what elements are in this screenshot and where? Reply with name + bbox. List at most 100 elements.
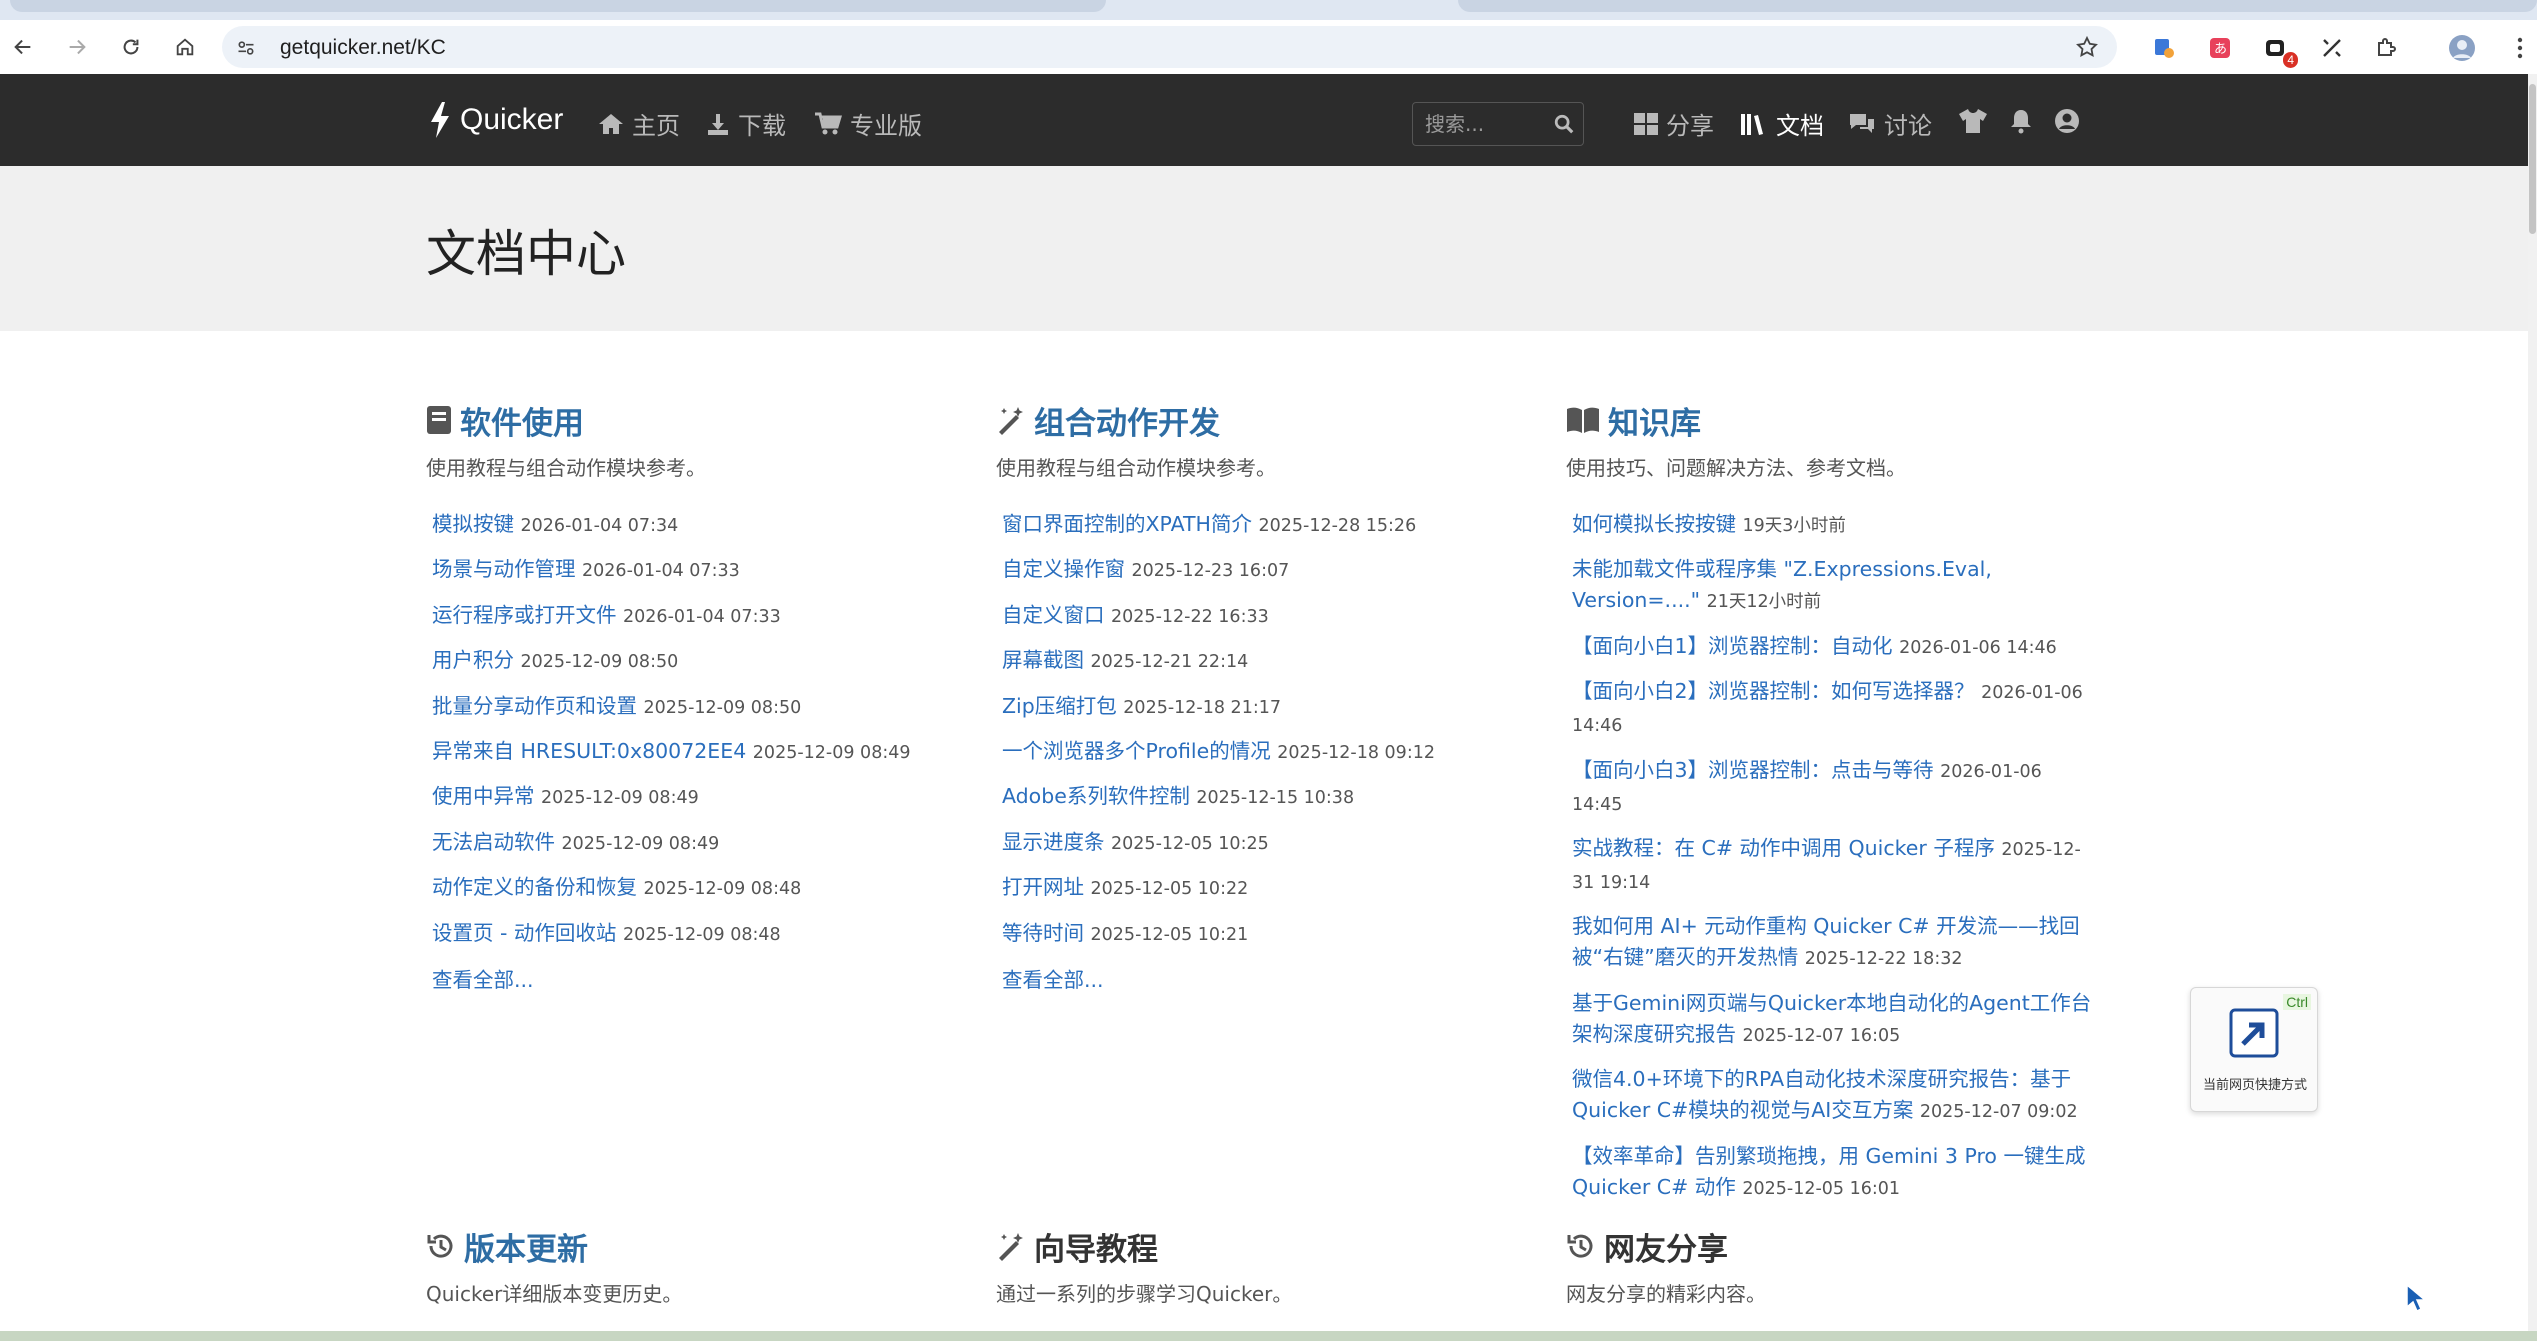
nav-pro-label: 专业版 — [850, 112, 922, 140]
item-link[interactable]: 用户积分 — [432, 648, 514, 672]
list-item[interactable]: 屏幕截图 2025-12-21 22:14 — [996, 645, 1526, 678]
section-dev-title[interactable]: 组合动作开发 — [1034, 398, 1220, 443]
scrollbar-thumb[interactable] — [2529, 84, 2536, 234]
list-item[interactable]: 微信4.0+环境下的RPA自动化技术深度研究报告：基于Quicker C#模块的… — [1566, 1064, 2096, 1128]
extension-dictionary-icon[interactable]: あ — [2206, 34, 2234, 62]
url-text[interactable]: getquicker.net/KC — [280, 36, 446, 60]
browser-toolbar: getquicker.net/KC あ 4 — [0, 20, 2537, 74]
list-item[interactable]: 动作定义的备份和恢复 2025-12-09 08:48 — [426, 872, 956, 905]
user-icon[interactable] — [2054, 108, 2080, 138]
item-link[interactable]: 显示进度条 — [1002, 830, 1105, 854]
list-item[interactable]: 异常来自 HRESULT:0x80072EE4 2025-12-09 08:49 — [426, 736, 956, 769]
list-item[interactable]: 【面向小白2】浏览器控制：如何写选择器？ 2026-01-06 14:46 — [1566, 676, 2096, 742]
item-link[interactable]: 【面向小白3】浏览器控制：点击与等待 — [1572, 758, 1934, 782]
page-shortcut-widget[interactable]: Ctrl 当前网页快捷方式 — [2190, 987, 2318, 1112]
item-link[interactable]: 【面向小白2】浏览器控制：如何写选择器？ — [1572, 679, 1975, 703]
extension-translate-icon[interactable] — [2150, 34, 2178, 62]
list-item[interactable]: 我如何用 AI+ 元动作重构 Quicker C# 开发流——找回被“右键”磨灭… — [1566, 911, 2096, 975]
nav-share[interactable]: 分享 — [1634, 106, 1714, 141]
list-item[interactable]: 自定义窗口 2025-12-22 16:33 — [996, 600, 1526, 633]
profile-avatar-icon[interactable] — [2448, 34, 2476, 62]
section-software-heading[interactable]: 软件使用 — [426, 398, 956, 442]
view-all-link[interactable]: 查看全部... — [426, 963, 956, 993]
item-link[interactable]: 批量分享动作页和设置 — [432, 694, 637, 718]
list-item[interactable]: 运行程序或打开文件 2026-01-04 07:33 — [426, 600, 956, 633]
section-kb-title[interactable]: 知识库 — [1608, 398, 1701, 443]
section-updates-title[interactable]: 版本更新 — [464, 1224, 588, 1269]
item-link[interactable]: 异常来自 HRESULT:0x80072EE4 — [432, 739, 746, 763]
item-link[interactable]: 打开网址 — [1002, 875, 1084, 899]
view-all-link[interactable]: 查看全部... — [996, 963, 1526, 993]
browser-tab[interactable] — [1458, 0, 2537, 12]
item-link[interactable]: 等待时间 — [1002, 921, 1084, 945]
search-icon[interactable] — [1553, 113, 1575, 139]
list-item[interactable]: 模拟按键 2026-01-04 07:34 — [426, 509, 956, 542]
list-item[interactable]: 【面向小白1】浏览器控制：自动化 2026-01-06 14:46 — [1566, 631, 2096, 664]
list-item[interactable]: 设置页 - 动作回收站 2025-12-09 08:48 — [426, 918, 956, 951]
list-item[interactable]: 无法启动软件 2025-12-09 08:49 — [426, 827, 956, 860]
nav-download[interactable]: 下载 — [706, 106, 786, 141]
list-item[interactable]: 如何模拟长按按键 19天3小时前 — [1566, 509, 2096, 542]
nav-home[interactable]: 主页 — [598, 106, 680, 141]
item-link[interactable]: Zip压缩打包 — [1002, 694, 1117, 718]
item-link[interactable]: Adobe系列软件控制 — [1002, 784, 1190, 808]
list-item[interactable]: 一个浏览器多个Profile的情况 2025-12-18 09:12 — [996, 736, 1526, 769]
item-link[interactable]: 动作定义的备份和恢复 — [432, 875, 637, 899]
section-updates-heading[interactable]: 版本更新 — [426, 1224, 956, 1268]
section-software-title[interactable]: 软件使用 — [460, 398, 584, 443]
brand-logo[interactable]: Quicker — [428, 102, 563, 138]
item-date: 2025-12-28 15:26 — [1258, 516, 1417, 536]
back-button[interactable] — [6, 30, 40, 64]
site-info-icon[interactable] — [236, 38, 256, 62]
list-item[interactable]: 【效率革命】告别繁琐拖拽，用 Gemini 3 Pro 一键生成 Quicker… — [1566, 1141, 2096, 1205]
item-link[interactable]: 使用中异常 — [432, 784, 535, 808]
list-item[interactable]: 未能加载文件或程序集 "Z.Expressions.Eval, Version=… — [1566, 554, 2096, 618]
item-link[interactable]: 运行程序或打开文件 — [432, 603, 617, 627]
list-item[interactable]: 【面向小白3】浏览器控制：点击与等待 2026-01-06 14:45 — [1566, 755, 2096, 821]
item-link[interactable]: 如何模拟长按按键 — [1572, 512, 1736, 536]
search-input[interactable] — [1413, 103, 1543, 145]
item-link[interactable]: 屏幕截图 — [1002, 648, 1084, 672]
item-link[interactable]: 窗口界面控制的XPATH简介 — [1002, 512, 1252, 536]
home-button[interactable] — [168, 30, 202, 64]
browser-menu-icon[interactable] — [2506, 34, 2534, 62]
extension-notifications-icon[interactable]: 4 — [2262, 34, 2298, 68]
address-bar[interactable]: getquicker.net/KC — [222, 26, 2117, 68]
page-scrollbar[interactable] — [2528, 74, 2537, 1331]
browser-tab[interactable] — [10, 0, 1106, 12]
list-item[interactable]: 显示进度条 2025-12-05 10:25 — [996, 827, 1526, 860]
list-item[interactable]: 实战教程：在 C# 动作中调用 Quicker 子程序 2025-12-31 1… — [1566, 833, 2096, 899]
extension-tools-icon[interactable] — [2318, 34, 2346, 62]
item-link[interactable]: 【面向小白1】浏览器控制：自动化 — [1572, 634, 1893, 658]
extensions-puzzle-icon[interactable] — [2372, 34, 2400, 62]
item-link[interactable]: 无法启动软件 — [432, 830, 555, 854]
list-item[interactable]: 窗口界面控制的XPATH简介 2025-12-28 15:26 — [996, 509, 1526, 542]
item-link[interactable]: 自定义窗口 — [1002, 603, 1105, 627]
reload-button[interactable] — [114, 30, 148, 64]
item-link[interactable]: 场景与动作管理 — [432, 557, 576, 581]
list-item[interactable]: 打开网址 2025-12-05 10:22 — [996, 872, 1526, 905]
list-item[interactable]: 等待时间 2025-12-05 10:21 — [996, 918, 1526, 951]
section-kb-heading[interactable]: 知识库 — [1566, 398, 2096, 442]
item-link[interactable]: 一个浏览器多个Profile的情况 — [1002, 739, 1271, 763]
section-dev-heading[interactable]: 组合动作开发 — [996, 398, 1526, 442]
list-item[interactable]: Zip压缩打包 2025-12-18 21:17 — [996, 691, 1526, 724]
item-link[interactable]: 设置页 - 动作回收站 — [432, 921, 616, 945]
item-link[interactable]: 模拟按键 — [432, 512, 514, 536]
list-item[interactable]: 自定义操作窗 2025-12-23 16:07 — [996, 554, 1526, 587]
list-item[interactable]: 基于Gemini网页端与Quicker本地自动化的Agent工作台架构深度研究报… — [1566, 988, 2096, 1052]
bookmark-star-icon[interactable] — [2075, 35, 2099, 63]
nav-discuss[interactable]: 讨论 — [1848, 106, 1932, 141]
list-item[interactable]: 场景与动作管理 2026-01-04 07:33 — [426, 554, 956, 587]
tshirt-icon[interactable] — [1958, 108, 1988, 138]
forward-button[interactable] — [60, 30, 94, 64]
nav-pro[interactable]: 专业版 — [814, 106, 922, 141]
nav-docs[interactable]: 文档 — [1740, 106, 1824, 141]
list-item[interactable]: 使用中异常 2025-12-09 08:49 — [426, 781, 956, 814]
bell-icon[interactable] — [2010, 108, 2032, 138]
item-link[interactable]: 实战教程：在 C# 动作中调用 Quicker 子程序 — [1572, 836, 1995, 860]
item-link[interactable]: 自定义操作窗 — [1002, 557, 1125, 581]
list-item[interactable]: Adobe系列软件控制 2025-12-15 10:38 — [996, 781, 1526, 814]
list-item[interactable]: 用户积分 2025-12-09 08:50 — [426, 645, 956, 678]
list-item[interactable]: 批量分享动作页和设置 2025-12-09 08:50 — [426, 691, 956, 724]
